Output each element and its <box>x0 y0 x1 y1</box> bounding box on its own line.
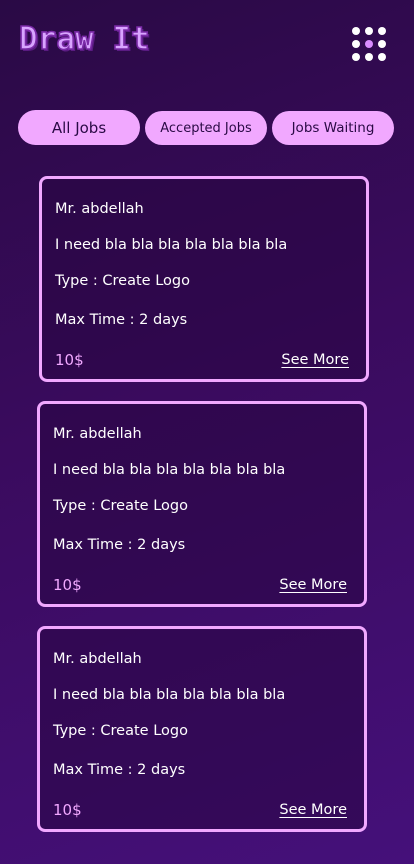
menu-dot-accent <box>365 40 373 48</box>
job-price: 10$ <box>55 351 84 369</box>
see-more-link[interactable]: See More <box>281 352 349 368</box>
grid-menu-icon[interactable] <box>352 27 388 63</box>
job-filter-tabs: All Jobs Accepted Jobs Jobs Waiting <box>0 110 414 146</box>
menu-dot <box>378 27 386 35</box>
see-more-link[interactable]: See More <box>279 577 347 593</box>
tab-accepted-jobs[interactable]: Accepted Jobs <box>145 111 267 145</box>
tab-all-jobs[interactable]: All Jobs <box>18 110 140 145</box>
see-more-link[interactable]: See More <box>279 802 347 818</box>
job-type: Type : Create Logo <box>55 273 190 289</box>
job-client-name: Mr. abdellah <box>55 201 144 217</box>
job-description: I need bla bla bla bla bla bla bla <box>55 237 288 253</box>
menu-dot <box>365 27 373 35</box>
menu-dot <box>352 40 360 48</box>
job-price: 10$ <box>53 576 82 594</box>
job-max-time: Max Time : 2 days <box>53 537 186 553</box>
job-max-time: Max Time : 2 days <box>55 312 188 328</box>
job-client-name: Mr. abdellah <box>53 651 142 667</box>
job-type: Type : Create Logo <box>53 723 188 739</box>
job-card[interactable]: Mr. abdellah I need bla bla bla bla bla … <box>37 401 367 607</box>
job-max-time: Max Time : 2 days <box>53 762 186 778</box>
job-type: Type : Create Logo <box>53 498 188 514</box>
menu-dot <box>352 53 360 61</box>
menu-dot <box>378 40 386 48</box>
app-logo: Draw It <box>18 21 150 57</box>
menu-dot <box>365 53 373 61</box>
app-header: Draw It <box>0 0 414 90</box>
menu-dot <box>352 27 360 35</box>
job-card[interactable]: Mr. abdellah I need bla bla bla bla bla … <box>37 626 367 832</box>
job-card[interactable]: Mr. abdellah I need bla bla bla bla bla … <box>39 176 369 382</box>
job-description: I need bla bla bla bla bla bla bla <box>53 687 286 703</box>
menu-dot <box>378 53 386 61</box>
job-description: I need bla bla bla bla bla bla bla <box>53 462 286 478</box>
tab-jobs-waiting[interactable]: Jobs Waiting <box>272 111 394 145</box>
job-price: 10$ <box>53 801 82 819</box>
job-client-name: Mr. abdellah <box>53 426 142 442</box>
